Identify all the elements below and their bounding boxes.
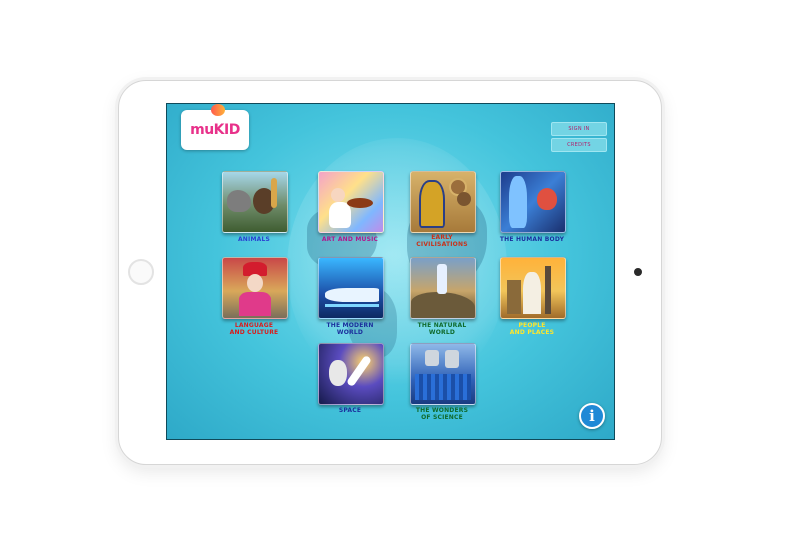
category-tile-early-civilisations[interactable] (410, 171, 476, 233)
mukid-logo[interactable]: muKID (181, 104, 249, 150)
category-tile-the-modern-world[interactable] (318, 257, 384, 319)
category-tile-language-and-culture[interactable] (222, 257, 288, 319)
category-tile-animals[interactable] (222, 171, 288, 233)
logo-text: muKID (190, 122, 240, 138)
info-icon: i (589, 407, 595, 425)
category-label-people-and-places: PEOPLE AND PLACES (509, 322, 555, 336)
credits-button[interactable]: CREDITS (551, 138, 607, 152)
category-tile-the-wonders-of-science[interactable] (410, 343, 476, 405)
info-button[interactable]: i (579, 403, 605, 429)
category-tile-people-and-places[interactable] (500, 257, 566, 319)
category-label-the-human-body: THE HUMAN BODY (499, 236, 565, 243)
category-tile-art-and-music[interactable] (318, 171, 384, 233)
category-tile-the-natural-world[interactable] (410, 257, 476, 319)
app-screen: muKID SIGN IN CREDITS ANIMALS ART AND MU… (166, 103, 615, 440)
category-tile-space[interactable] (318, 343, 384, 405)
category-tile-the-human-body[interactable] (500, 171, 566, 233)
category-label-language-and-culture: LANGUAGE AND CULTURE (229, 322, 279, 336)
home-button[interactable] (128, 259, 154, 285)
camera-icon (634, 268, 642, 276)
category-label-animals: ANIMALS (237, 236, 271, 243)
category-label-the-wonders-of-science: THE WONDERS OF SCIENCE (415, 407, 469, 421)
sign-in-button[interactable]: SIGN IN (551, 122, 607, 136)
logo-bubble-icon (211, 104, 225, 116)
